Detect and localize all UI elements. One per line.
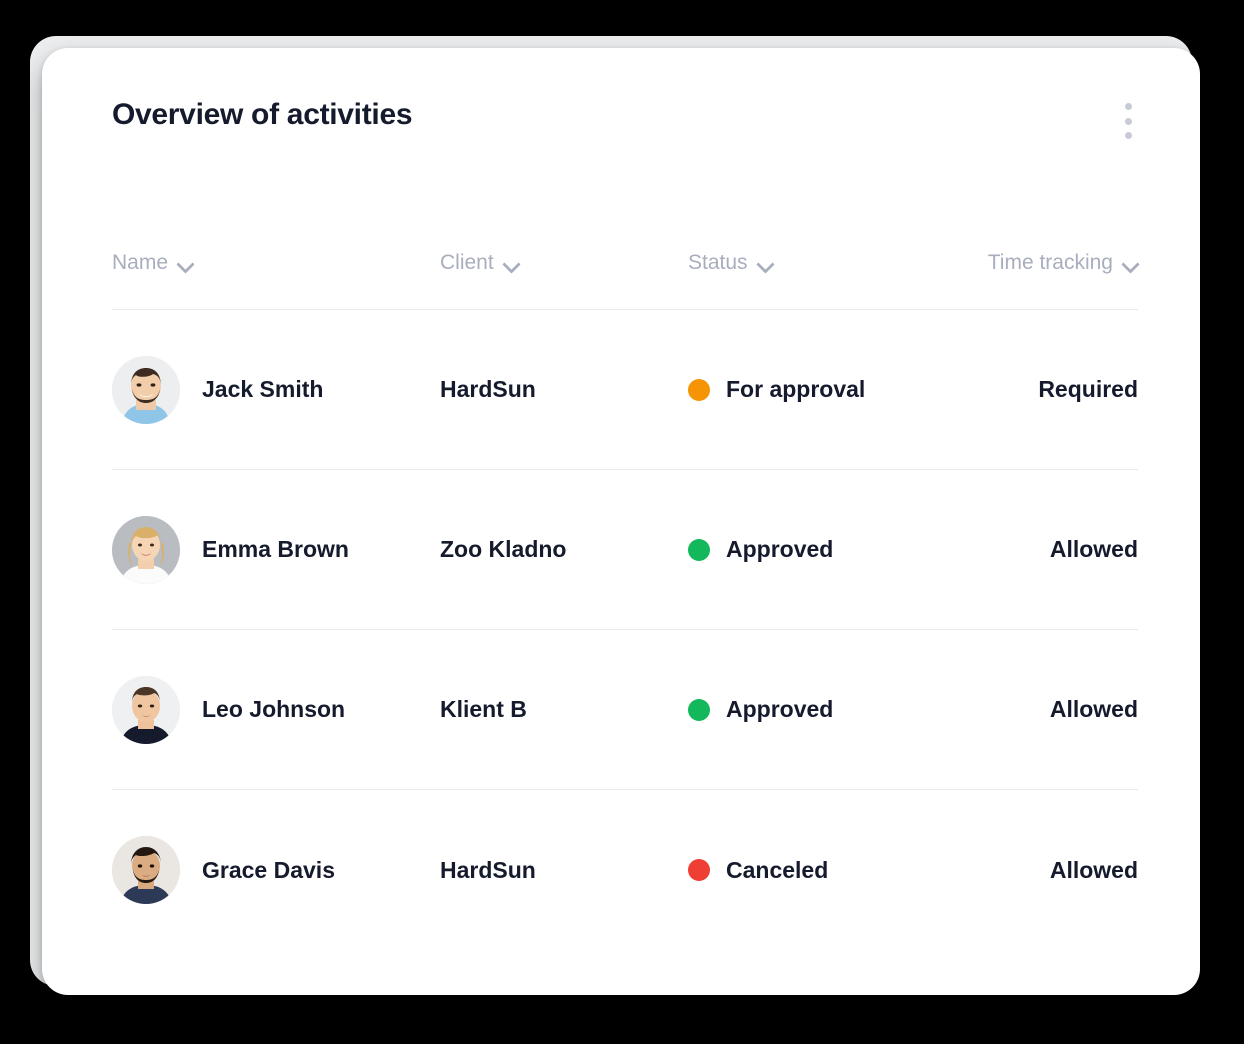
row-time-tracking: Allowed [1049,536,1138,562]
column-header-time-tracking-label: Time tracking [987,251,1113,274]
status-dot-icon [688,378,710,401]
kebab-dot-1 [1124,103,1132,110]
kebab-dot-2 [1124,117,1132,125]
row-client: HardSun [440,376,536,402]
activities-card: Overview of activities Name Client Statu… [42,48,1200,995]
row-name: Grace Davis [202,856,335,883]
status-dot-icon [688,859,710,881]
chevron-down-icon [758,257,773,272]
column-header-status-label: Status [688,251,748,274]
column-header-client[interactable]: Client [440,251,688,275]
status-dot-icon [688,538,710,561]
column-header-status[interactable]: Status [688,251,958,275]
kebab-menu-icon[interactable] [1118,100,1138,142]
column-header-time-tracking[interactable]: Time tracking [958,251,1138,275]
column-header-client-label: Client [440,251,494,274]
row-name: Emma Brown [202,536,349,562]
row-time-tracking: Allowed [1049,856,1138,883]
avatar [112,355,180,424]
row-client: Klient B [440,696,527,722]
row-name: Jack Smith [202,376,324,402]
status-dot-icon [688,698,710,721]
table-row[interactable]: Jack Smith HardSun For approval Required [112,310,1138,470]
avatar [112,675,180,744]
table-row[interactable]: Emma Brown Zoo Kladno Approved Allowed [112,470,1138,630]
row-time-tracking: Required [1038,376,1138,402]
row-status: Approved [726,536,834,562]
row-time-tracking: Allowed [1049,696,1138,722]
page-title: Overview of activities [112,98,413,131]
column-header-name-label: Name [112,251,169,274]
chevron-down-icon [504,257,519,272]
page-background: Overview of activities Name Client Statu… [0,0,1244,1044]
kebab-dot-3 [1124,132,1132,139]
row-client: Zoo Kladno [440,536,567,562]
table-row[interactable]: Grace Davis HardSun Canceled Allowed [112,790,1138,950]
row-status: For approval [726,376,866,402]
chevron-down-icon [178,257,193,272]
row-status: Approved [726,696,834,722]
avatar [112,515,180,584]
row-name: Leo Johnson [202,696,346,722]
table-row[interactable]: Leo Johnson Klient B Approved Allowed [112,630,1138,790]
card-header: Overview of activities [112,93,1174,149]
column-header-name[interactable]: Name [112,251,440,275]
chevron-down-icon [1123,257,1138,272]
row-client: HardSun [440,856,536,883]
row-status: Canceled [726,856,829,883]
avatar [112,836,180,904]
activities-table: Name Client Status Time tracking Jack Sm… [112,233,1138,950]
table-header-row: Name Client Status Time tracking [112,233,1138,293]
